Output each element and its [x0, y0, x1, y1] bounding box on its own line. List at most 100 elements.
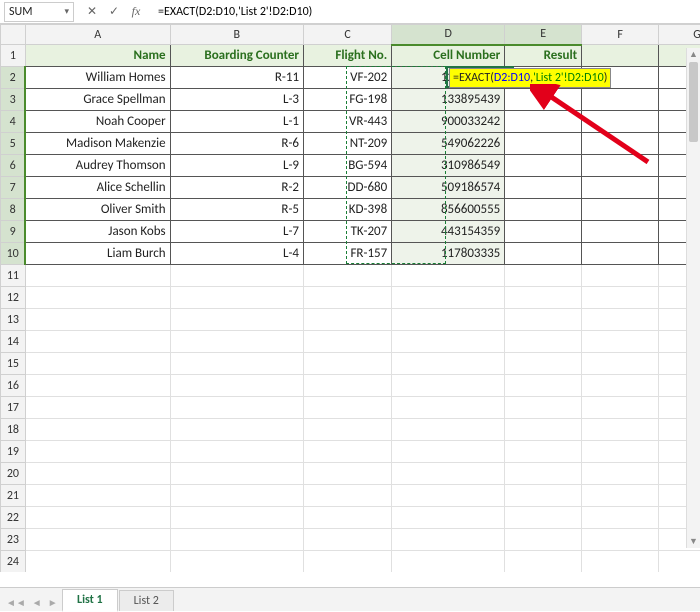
cell-F20[interactable]	[582, 463, 659, 485]
row-header[interactable]: 21	[1, 485, 26, 507]
cell-C2[interactable]: VF-202	[304, 67, 392, 89]
cell-D18[interactable]	[392, 419, 505, 441]
cell-E7[interactable]	[505, 177, 582, 199]
cell-E14[interactable]	[505, 331, 582, 353]
cell-D12[interactable]	[392, 287, 505, 309]
cell-D9[interactable]: 443154359	[392, 221, 505, 243]
cell-D6[interactable]: 310986549	[392, 155, 505, 177]
cell-C17[interactable]	[304, 397, 392, 419]
cell-E17[interactable]	[505, 397, 582, 419]
cell-B2[interactable]: R-11	[170, 67, 303, 89]
col-header-D[interactable]: D	[392, 25, 505, 45]
cell-F19[interactable]	[582, 441, 659, 463]
cell-A3[interactable]: Grace Spellman	[25, 89, 170, 111]
row-header[interactable]: 10	[1, 243, 26, 265]
cell-E15[interactable]	[505, 353, 582, 375]
cell-F8[interactable]	[582, 199, 659, 221]
row-header[interactable]: 6	[1, 155, 26, 177]
cell-B3[interactable]: L-3	[170, 89, 303, 111]
row-header[interactable]: 9	[1, 221, 26, 243]
row-header[interactable]: 11	[1, 265, 26, 287]
cell-B7[interactable]: R-2	[170, 177, 303, 199]
cell-C13[interactable]	[304, 309, 392, 331]
scroll-thumb[interactable]	[689, 62, 698, 142]
cell-F6[interactable]	[582, 155, 659, 177]
cell-E3[interactable]	[505, 89, 582, 111]
cell-F14[interactable]	[582, 331, 659, 353]
cell-D4[interactable]: 900033242	[392, 111, 505, 133]
cell-B1[interactable]: Boarding Counter	[170, 45, 303, 67]
cell-E18[interactable]	[505, 419, 582, 441]
cell-A9[interactable]: Jason Kobs	[25, 221, 170, 243]
cell-C24[interactable]	[304, 551, 392, 573]
cell-C23[interactable]	[304, 529, 392, 551]
cell-C1[interactable]: Flight No.	[304, 45, 392, 67]
cell-D17[interactable]	[392, 397, 505, 419]
cell-F24[interactable]	[582, 551, 659, 573]
cell-C3[interactable]: FG-198	[304, 89, 392, 111]
cell-B15[interactable]	[170, 353, 303, 375]
enter-icon[interactable]: ✓	[108, 4, 120, 19]
row-header[interactable]: 4	[1, 111, 26, 133]
cell-D19[interactable]	[392, 441, 505, 463]
row-header[interactable]: 16	[1, 375, 26, 397]
cell-A10[interactable]: Liam Burch	[25, 243, 170, 265]
cell-D14[interactable]	[392, 331, 505, 353]
row-header[interactable]: 7	[1, 177, 26, 199]
col-header-G[interactable]: G	[659, 25, 700, 45]
cell-A13[interactable]	[25, 309, 170, 331]
cell-D24[interactable]	[392, 551, 505, 573]
cell-B19[interactable]	[170, 441, 303, 463]
cell-A21[interactable]	[25, 485, 170, 507]
cell-E12[interactable]	[505, 287, 582, 309]
row-header[interactable]: 3	[1, 89, 26, 111]
row-header[interactable]: 18	[1, 419, 26, 441]
cell-F11[interactable]	[582, 265, 659, 287]
scroll-down-icon[interactable]: ▼	[687, 536, 700, 547]
cell-E4[interactable]	[505, 111, 582, 133]
cell-E16[interactable]	[505, 375, 582, 397]
cell-E21[interactable]	[505, 485, 582, 507]
cell-D8[interactable]: 856600555	[392, 199, 505, 221]
cell-C19[interactable]	[304, 441, 392, 463]
cell-A7[interactable]: Alice Schellin	[25, 177, 170, 199]
cell-C6[interactable]: BG-594	[304, 155, 392, 177]
cell-D11[interactable]	[392, 265, 505, 287]
col-header-F[interactable]: F	[582, 25, 659, 45]
cell-D13[interactable]	[392, 309, 505, 331]
cell-A4[interactable]: Noah Cooper	[25, 111, 170, 133]
cell-D5[interactable]: 549062226	[392, 133, 505, 155]
cell-B22[interactable]	[170, 507, 303, 529]
cell-D23[interactable]	[392, 529, 505, 551]
vertical-scrollbar[interactable]: ▲ ▼	[686, 48, 700, 548]
cell-D7[interactable]: 509186574	[392, 177, 505, 199]
formula-input[interactable]	[154, 2, 700, 22]
cell-C21[interactable]	[304, 485, 392, 507]
cell-B16[interactable]	[170, 375, 303, 397]
col-header-E[interactable]: E	[505, 25, 582, 45]
cell-F21[interactable]	[582, 485, 659, 507]
cell-B21[interactable]	[170, 485, 303, 507]
cell-B6[interactable]: L-9	[170, 155, 303, 177]
cell-A6[interactable]: Audrey Thomson	[25, 155, 170, 177]
cell-B8[interactable]: R-5	[170, 199, 303, 221]
cell-A16[interactable]	[25, 375, 170, 397]
cell-E19[interactable]	[505, 441, 582, 463]
cell-C20[interactable]	[304, 463, 392, 485]
row-header[interactable]: 12	[1, 287, 26, 309]
cell-E6[interactable]	[505, 155, 582, 177]
cell-B17[interactable]	[170, 397, 303, 419]
col-header-B[interactable]: B	[170, 25, 303, 45]
cell-C11[interactable]	[304, 265, 392, 287]
spreadsheet-grid[interactable]: A B C D E F G 1NameBoarding CounterFligh…	[0, 24, 700, 572]
row-header[interactable]: 13	[1, 309, 26, 331]
col-header-A[interactable]: A	[25, 25, 170, 45]
cell-C8[interactable]: KD-398	[304, 199, 392, 221]
cell-D16[interactable]	[392, 375, 505, 397]
cell-A12[interactable]	[25, 287, 170, 309]
cell-C16[interactable]	[304, 375, 392, 397]
name-box-dropdown-icon[interactable]: ▾	[64, 6, 69, 17]
name-box[interactable]: SUM ▾	[4, 2, 74, 22]
cell-F17[interactable]	[582, 397, 659, 419]
cell-F5[interactable]	[582, 133, 659, 155]
